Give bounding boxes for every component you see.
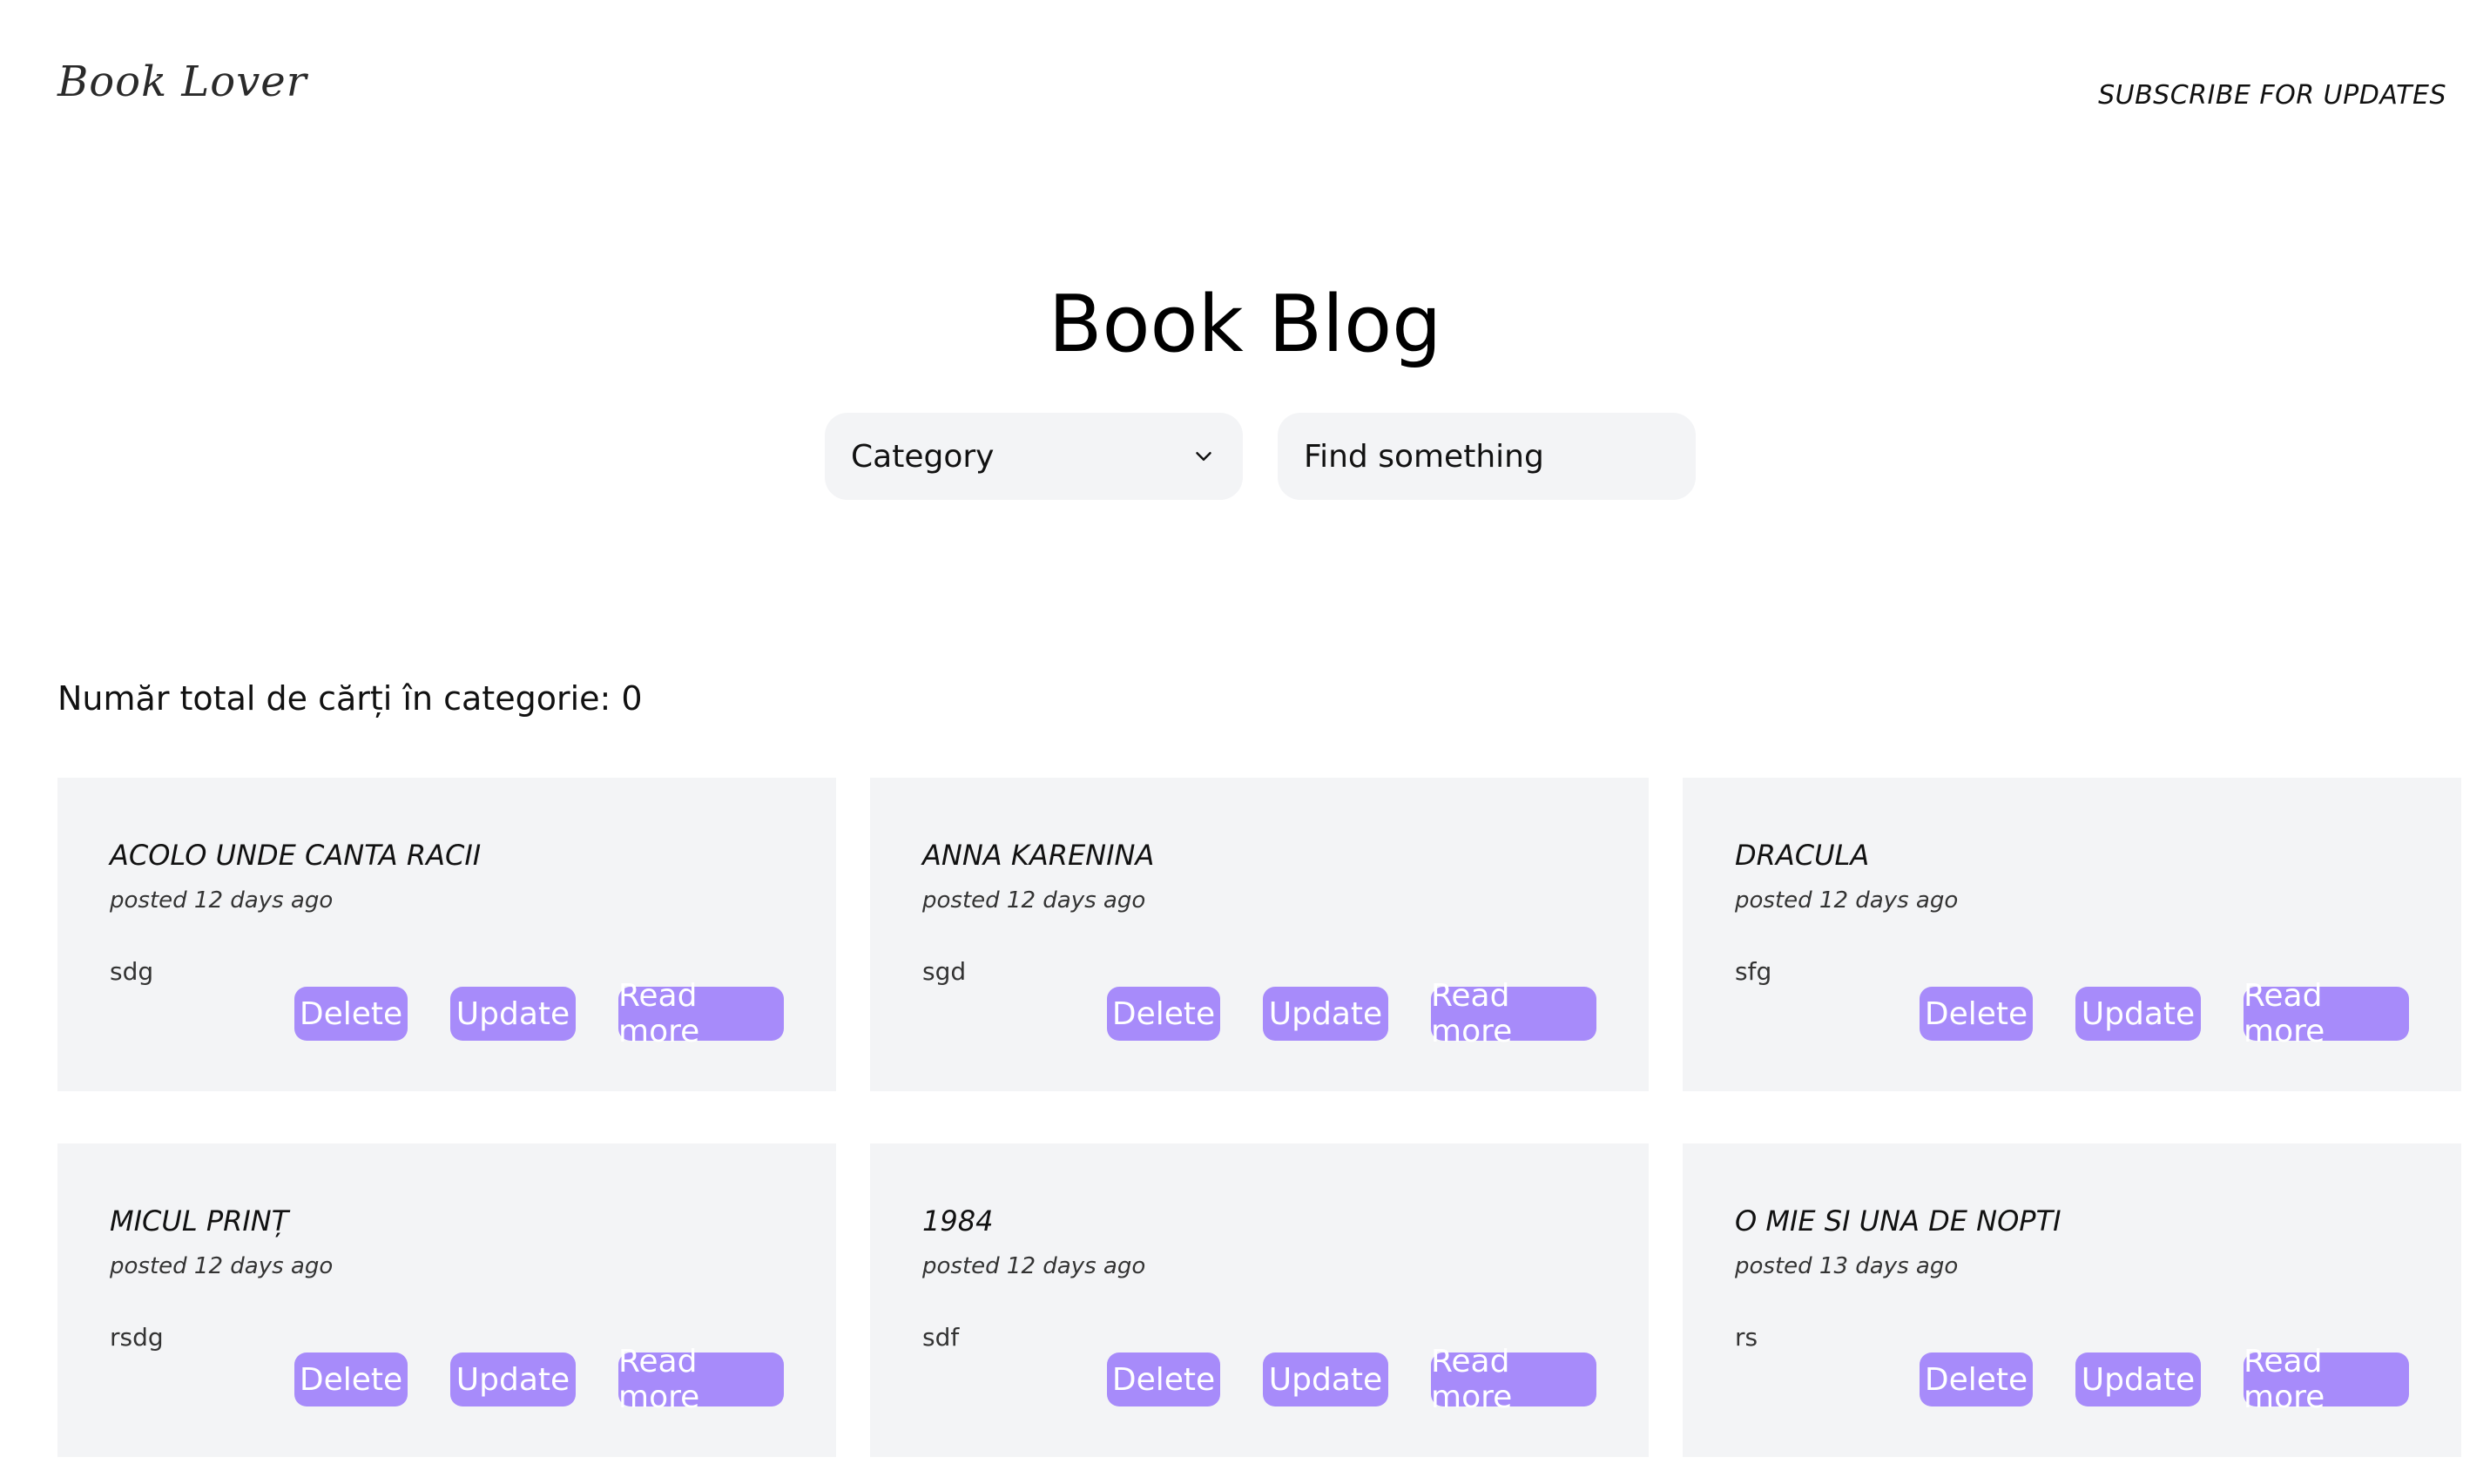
post-title: ACOLO UNDE CANTA RACII xyxy=(110,839,482,872)
post-card: O MIE SI UNA DE NOPTI posted 13 days ago… xyxy=(1683,1143,2461,1457)
update-button[interactable]: Update xyxy=(1263,1352,1388,1406)
update-button[interactable]: Update xyxy=(450,987,576,1041)
post-card: 1984 posted 12 days ago sdf Delete Updat… xyxy=(870,1143,1649,1457)
post-description: rsdg xyxy=(110,1323,164,1352)
post-card: MICUL PRINȚ posted 12 days ago rsdg Dele… xyxy=(57,1143,836,1457)
update-button[interactable]: Update xyxy=(1263,987,1388,1041)
read-more-button[interactable]: Read more xyxy=(1431,978,1596,1049)
post-description: sdg xyxy=(110,957,154,986)
update-button[interactable]: Update xyxy=(450,1352,576,1406)
post-card: ANNA KARENINA posted 12 days ago sgd Del… xyxy=(870,778,1649,1091)
post-card: ACOLO UNDE CANTA RACII posted 12 days ag… xyxy=(57,778,836,1091)
post-description: sfg xyxy=(1735,957,1772,986)
read-more-button[interactable]: Read more xyxy=(618,1344,784,1415)
update-button[interactable]: Update xyxy=(2075,987,2201,1041)
update-button[interactable]: Update xyxy=(2075,1352,2201,1406)
subscribe-link[interactable]: SUBSCRIBE FOR UPDATES xyxy=(2098,80,2446,111)
read-more-button[interactable]: Read more xyxy=(618,978,784,1049)
site-header: Book Lover SUBSCRIBE FOR UPDATES xyxy=(0,0,2490,192)
site-logo[interactable]: Book Lover xyxy=(57,57,307,106)
post-description: sgd xyxy=(922,957,967,986)
read-more-button[interactable]: Read more xyxy=(1431,1344,1596,1415)
delete-button[interactable]: Delete xyxy=(1107,987,1220,1041)
post-title: O MIE SI UNA DE NOPTI xyxy=(1735,1204,2062,1238)
category-count: Număr total de cărți în categorie: 0 xyxy=(57,679,643,718)
post-date: posted 13 days ago xyxy=(1735,1253,1959,1279)
post-description: sdf xyxy=(922,1323,960,1352)
delete-button[interactable]: Delete xyxy=(1920,987,2033,1041)
read-more-button[interactable]: Read more xyxy=(2244,978,2409,1049)
post-description: rs xyxy=(1735,1323,1758,1352)
post-date: posted 12 days ago xyxy=(110,1253,334,1279)
post-title: DRACULA xyxy=(1735,839,1870,872)
chevron-down-icon xyxy=(1196,452,1211,461)
filters-bar: Category xyxy=(825,413,1696,500)
category-select[interactable]: Category xyxy=(825,413,1243,500)
delete-button[interactable]: Delete xyxy=(1107,1352,1220,1406)
page-title: Book Blog xyxy=(1048,279,1442,370)
delete-button[interactable]: Delete xyxy=(294,987,408,1041)
search-input[interactable] xyxy=(1278,413,1696,500)
read-more-button[interactable]: Read more xyxy=(2244,1344,2409,1415)
post-date: posted 12 days ago xyxy=(922,887,1146,914)
post-title: ANNA KARENINA xyxy=(922,839,1155,872)
post-card: DRACULA posted 12 days ago sfg Delete Up… xyxy=(1683,778,2461,1091)
post-title: 1984 xyxy=(922,1204,994,1238)
post-date: posted 12 days ago xyxy=(922,1253,1146,1279)
post-date: posted 12 days ago xyxy=(110,887,334,914)
category-select-value: Category xyxy=(851,438,995,475)
post-title: MICUL PRINȚ xyxy=(110,1204,289,1238)
delete-button[interactable]: Delete xyxy=(1920,1352,2033,1406)
post-date: posted 12 days ago xyxy=(1735,887,1959,914)
delete-button[interactable]: Delete xyxy=(294,1352,408,1406)
